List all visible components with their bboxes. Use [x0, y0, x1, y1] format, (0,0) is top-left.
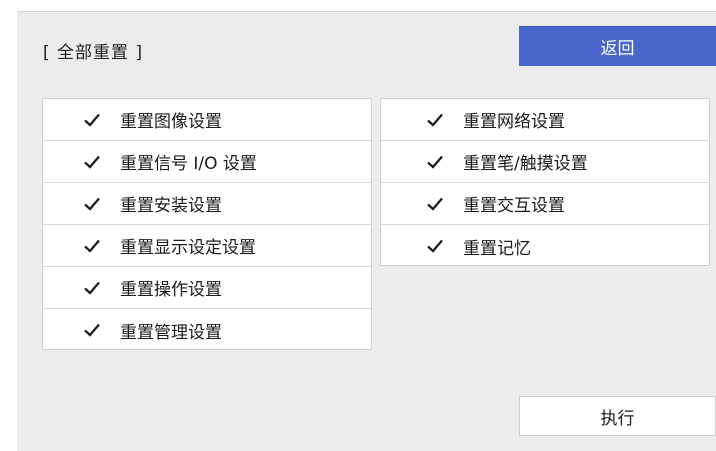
reset-option-label: 重置信号 I/O 设置: [120, 154, 257, 174]
reset-option-operation[interactable]: 重置操作设置: [43, 267, 371, 309]
check-icon: [83, 321, 101, 339]
reset-option-image[interactable]: 重置图像设置: [43, 99, 371, 141]
dialog-title: [ 全部重置 ]: [43, 43, 144, 63]
reset-option-label: 重置显示设定设置: [120, 238, 256, 258]
back-button[interactable]: 返回: [519, 26, 716, 66]
check-icon: [83, 237, 101, 255]
execute-button[interactable]: 执行: [519, 396, 716, 436]
reset-option-label: 重置图像设置: [120, 112, 222, 132]
reset-option-label: 重置操作设置: [120, 280, 222, 300]
reset-option-label: 重置笔/触摸设置: [463, 154, 588, 174]
reset-options-right: 重置网络设置 重置笔/触摸设置 重置交互设置 重置记忆: [380, 98, 710, 266]
check-icon: [426, 237, 444, 255]
reset-option-management[interactable]: 重置管理设置: [43, 309, 371, 351]
reset-options-left: 重置图像设置 重置信号 I/O 设置 重置安装设置 重置显示设定设置 重置操作设…: [42, 98, 372, 350]
reset-option-interactive[interactable]: 重置交互设置: [381, 183, 709, 225]
reset-option-network[interactable]: 重置网络设置: [381, 99, 709, 141]
reset-option-pen-touch[interactable]: 重置笔/触摸设置: [381, 141, 709, 183]
reset-option-signal-io[interactable]: 重置信号 I/O 设置: [43, 141, 371, 183]
check-icon: [426, 195, 444, 213]
reset-option-label: 重置记忆: [463, 238, 531, 259]
check-icon: [83, 111, 101, 129]
reset-option-memory[interactable]: 重置记忆: [381, 225, 709, 267]
reset-option-label: 重置交互设置: [463, 196, 565, 216]
check-icon: [426, 111, 444, 129]
reset-option-installation[interactable]: 重置安装设置: [43, 183, 371, 225]
check-icon: [426, 153, 444, 171]
reset-option-display[interactable]: 重置显示设定设置: [43, 225, 371, 267]
reset-all-dialog: [ 全部重置 ] 返回 重置图像设置 重置信号 I/O 设置 重置安装设置 重置…: [17, 11, 716, 451]
reset-option-label: 重置网络设置: [463, 112, 565, 132]
check-icon: [83, 153, 101, 171]
check-icon: [83, 279, 101, 297]
reset-option-label: 重置管理设置: [120, 322, 222, 343]
check-icon: [83, 195, 101, 213]
reset-option-label: 重置安装设置: [120, 196, 222, 216]
